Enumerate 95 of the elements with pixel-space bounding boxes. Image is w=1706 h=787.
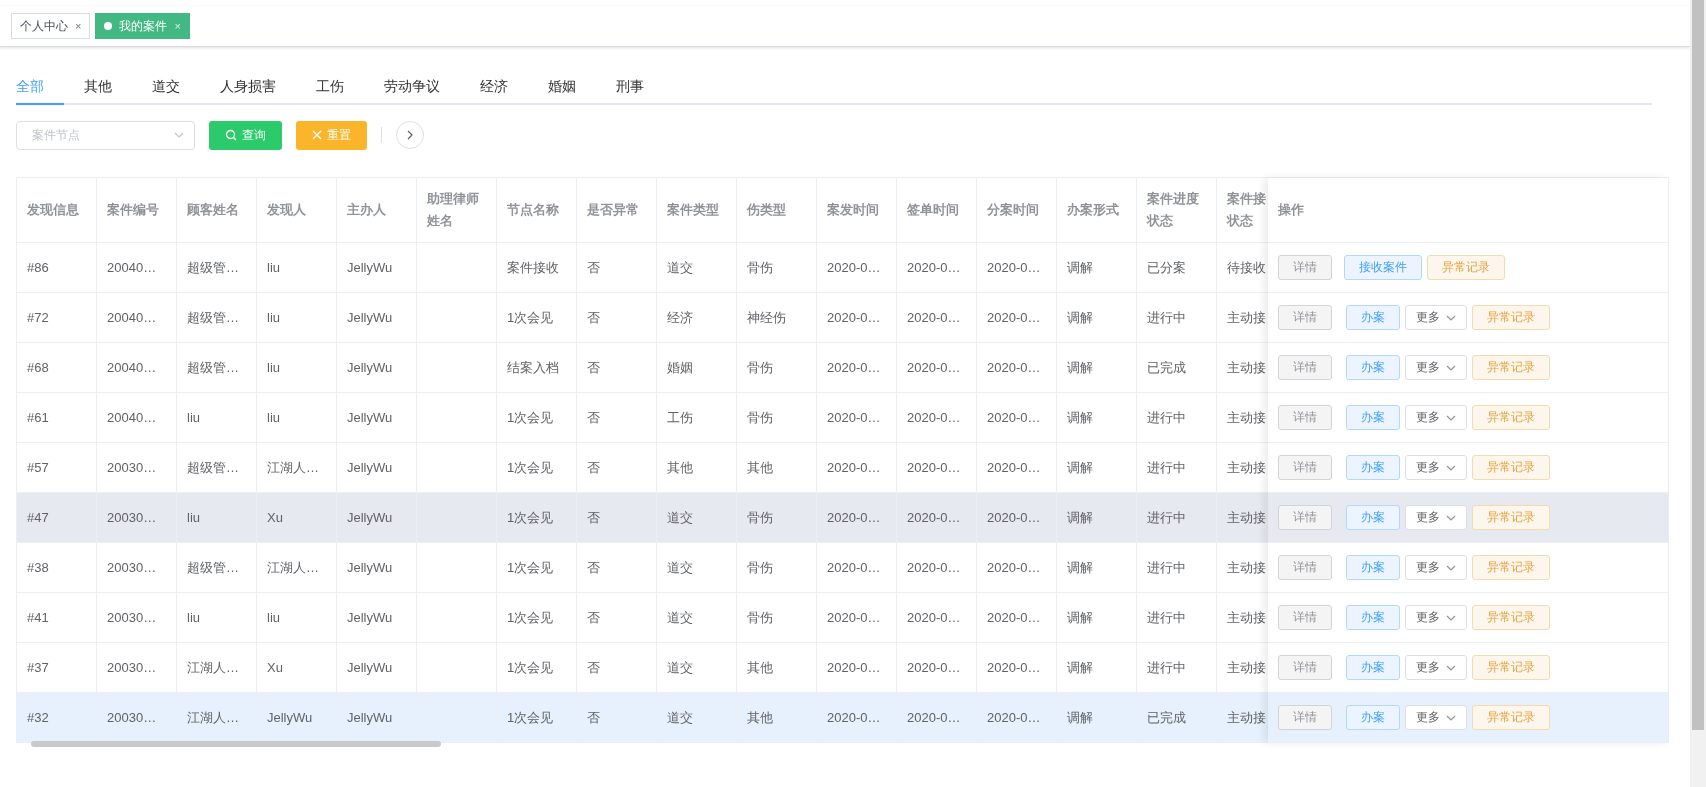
handle-button[interactable]: 办案 — [1346, 505, 1400, 530]
more-dropdown-button[interactable]: 更多 — [1405, 405, 1467, 430]
abnormal-record-button[interactable]: 异常记录 — [1472, 405, 1550, 430]
table-row[interactable]: #86 20040… 超级管… liu JellyWu 案件接收 否 道交 骨伤 2020-0… 2020-0… 2020-0… 调解 已分案 待接收 — [17, 243, 1268, 293]
column-header-line: 状态 — [1227, 212, 1254, 230]
more-dropdown-button[interactable]: 更多 — [1405, 305, 1467, 330]
table-cell: 调解 — [1057, 693, 1137, 743]
abnormal-record-button[interactable]: 异常记录 — [1472, 455, 1550, 480]
details-button[interactable]: 详情 — [1278, 305, 1332, 330]
abnormal-record-button[interactable]: 异常记录 — [1472, 355, 1550, 380]
more-dropdown-button[interactable]: 更多 — [1405, 505, 1467, 530]
handle-button[interactable]: 办案 — [1346, 405, 1400, 430]
abnormal-record-button[interactable]: 异常记录 — [1472, 305, 1550, 330]
details-button[interactable]: 详情 — [1278, 705, 1332, 730]
table-cell: 其他 — [737, 693, 817, 743]
more-dropdown-button[interactable]: 更多 — [1405, 605, 1467, 630]
more-dropdown-button[interactable]: 更多 — [1405, 655, 1467, 680]
page-tag[interactable]: 我的案件 × — [95, 13, 190, 39]
details-button[interactable]: 详情 — [1278, 505, 1332, 530]
table-row[interactable]: #47 20030… liu Xu JellyWu 1次会见 否 道交 骨伤 2020-0… 2020-0… 2020-0… 调解 进行中 主动接 — [17, 493, 1268, 543]
caret-down-icon — [1446, 714, 1456, 721]
category-tab[interactable]: 道交 — [132, 70, 200, 105]
table-row[interactable]: #72 20040… 超级管… liu JellyWu 1次会见 否 经济 神经伤 2020-0… 2020-0… 2020-0… 调解 进行中 主动接 — [17, 293, 1268, 343]
details-button[interactable]: 详情 — [1278, 355, 1332, 380]
handle-button[interactable]: 办案 — [1346, 355, 1400, 380]
search-icon — [225, 129, 237, 141]
handle-button[interactable]: 办案 — [1346, 305, 1400, 330]
caret-down-icon — [174, 132, 184, 138]
table-row[interactable]: #41 20030… liu liu JellyWu 1次会见 否 道交 骨伤 2020-0… 2020-0… 2020-0… 调解 进行中 主动接 — [17, 593, 1268, 643]
caret-down-icon — [1446, 314, 1456, 321]
active-dot-icon — [104, 22, 113, 30]
category-tab[interactable]: 工伤 — [296, 70, 364, 105]
handle-button[interactable]: 办案 — [1346, 655, 1400, 680]
handle-button[interactable]: 接收案件 — [1344, 255, 1422, 280]
category-tab[interactable]: 婚姻 — [528, 70, 596, 105]
query-button[interactable]: 查询 — [209, 120, 282, 150]
page-tag-label: 我的案件 — [119, 17, 168, 35]
column-header-line: 案件接 — [1227, 190, 1266, 208]
abnormal-record-button[interactable]: 异常记录 — [1472, 505, 1550, 530]
category-tab[interactable]: 经济 — [460, 70, 528, 105]
table-row[interactable]: #61 20040… liu liu JellyWu 1次会见 否 工伤 骨伤 2020-0… 2020-0… 2020-0… 调解 进行中 主动接 — [17, 393, 1268, 443]
case-node-select[interactable]: 案件节点 — [16, 120, 195, 150]
caret-down-icon — [1446, 414, 1456, 421]
vertical-scrollbar[interactable] — [1690, 0, 1706, 787]
table-cell: 2020-0… — [897, 693, 977, 743]
caret-down-icon — [1446, 464, 1456, 471]
abnormal-record-button[interactable]: 异常记录 — [1427, 255, 1505, 280]
handle-button[interactable]: 办案 — [1346, 705, 1400, 730]
more-dropdown-button[interactable]: 更多 — [1405, 705, 1467, 730]
table-cell: 道交 — [657, 693, 737, 743]
caret-down-icon — [1446, 564, 1456, 571]
details-button[interactable]: 详情 — [1278, 405, 1332, 430]
chevron-right-icon — [407, 130, 413, 140]
table-cell: 2020-0… — [977, 693, 1057, 743]
close-icon[interactable]: × — [174, 20, 181, 32]
page-tag[interactable]: 个人中心 × — [11, 13, 91, 39]
abnormal-record-button[interactable]: 异常记录 — [1472, 555, 1550, 580]
close-icon — [312, 130, 322, 140]
details-button[interactable]: 详情 — [1278, 655, 1332, 680]
details-button[interactable]: 详情 — [1278, 455, 1332, 480]
details-button[interactable]: 详情 — [1278, 605, 1332, 630]
category-tab[interactable]: 全部 — [16, 70, 64, 105]
caret-down-icon — [1446, 364, 1456, 371]
details-button[interactable]: 详情 — [1278, 255, 1332, 280]
caret-down-icon — [1446, 614, 1456, 621]
table-row[interactable]: #68 20040… 超级管… liu JellyWu 结案入档 否 婚姻 骨伤 2020-0… 2020-0… 2020-0… 调解 已完成 主动接 — [17, 343, 1268, 393]
abnormal-record-button[interactable]: 异常记录 — [1472, 705, 1550, 730]
close-icon[interactable]: × — [75, 20, 82, 32]
category-tab[interactable]: 人身损害 — [200, 70, 296, 105]
handle-button[interactable]: 办案 — [1346, 555, 1400, 580]
caret-down-icon — [1446, 664, 1456, 671]
handle-button[interactable]: 办案 — [1346, 455, 1400, 480]
table-row[interactable]: #38 20030… 超级管… 江湖人… JellyWu 1次会见 否 道交 骨伤 2020-0… 2020-0… 2020-0… 调解 进行中 主动接 — [17, 543, 1268, 593]
page-tag-label: 个人中心 — [20, 17, 68, 35]
category-tab[interactable]: 劳动争议 — [364, 70, 460, 105]
abnormal-record-button[interactable]: 异常记录 — [1472, 655, 1550, 680]
abnormal-record-button[interactable]: 异常记录 — [1472, 605, 1550, 630]
table-cell: 否 — [577, 693, 657, 743]
more-dropdown-button[interactable]: 更多 — [1405, 455, 1467, 480]
table-row[interactable]: #57 20030… 超级管… 江湖人… JellyWu 1次会见 否 其他 其他 2020-0… 2020-0… 2020-0… 调解 进行中 主动接 — [17, 443, 1268, 493]
table-row[interactable]: #37 20030… 江湖人… Xu JellyWu 1次会见 否 道交 其他 2020-0… 2020-0… 2020-0… 调解 进行中 主动接 — [17, 643, 1268, 693]
more-dropdown-button[interactable]: 更多 — [1405, 355, 1467, 380]
table-row[interactable]: #32 20030… 江湖人… JellyWu JellyWu 1次会见 否 道交 其他 2020-0… 2020-0… 2020-0… 调解 已完成 主动接 — [17, 693, 1268, 743]
details-button[interactable]: 详情 — [1278, 555, 1332, 580]
caret-down-icon — [1446, 514, 1456, 521]
table-cell: 已完成 — [1137, 693, 1217, 743]
table-cell: 1次会见 — [497, 693, 577, 743]
category-tab[interactable]: 其他 — [64, 70, 132, 105]
category-tab[interactable]: 刑事 — [596, 70, 664, 105]
horizontal-scrollbar[interactable] — [31, 741, 441, 747]
expand-button[interactable] — [396, 121, 424, 149]
more-dropdown-button[interactable]: 更多 — [1405, 555, 1467, 580]
reset-button[interactable]: 重置 — [296, 120, 367, 150]
table-cell: 2020-0… — [817, 693, 897, 743]
handle-button[interactable]: 办案 — [1346, 605, 1400, 630]
